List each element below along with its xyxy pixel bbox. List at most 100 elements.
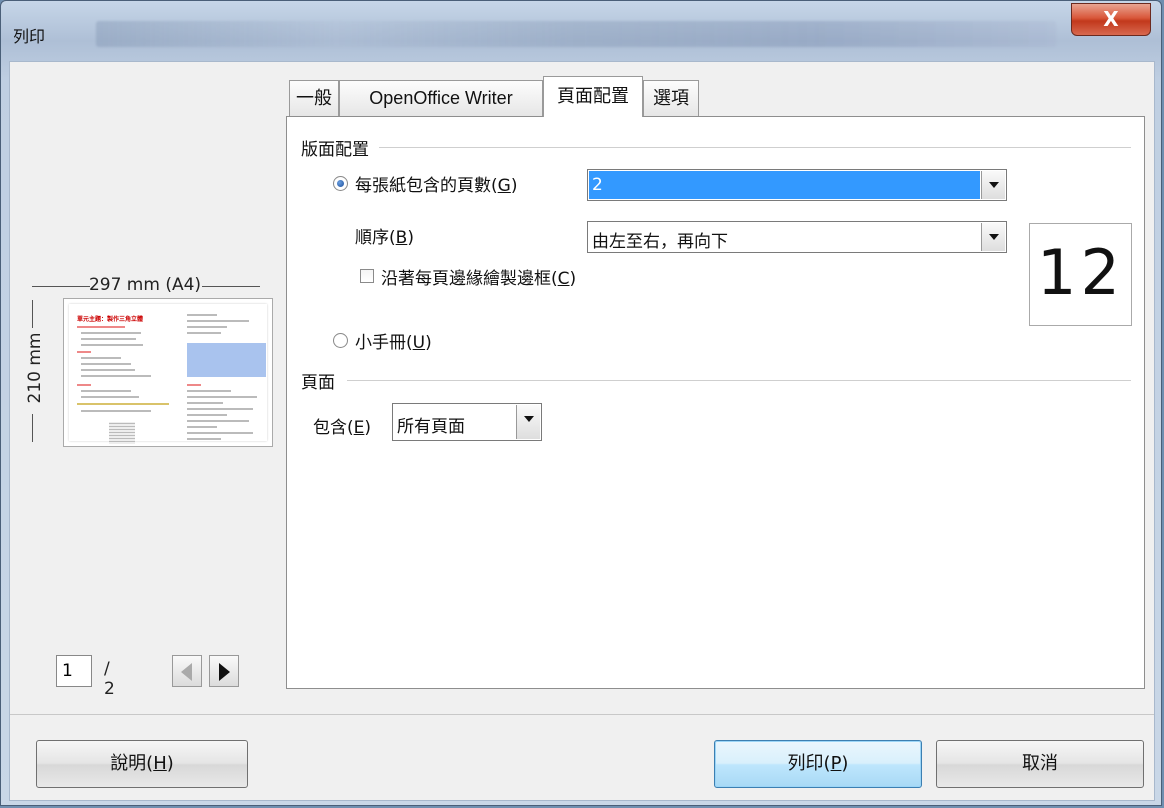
- thumbnail-line: [187, 320, 249, 322]
- thumbnail-line: [81, 363, 131, 365]
- thumbnail-line: [187, 402, 223, 404]
- thumbnail-line: [187, 326, 227, 328]
- tab-general[interactable]: 一般: [289, 80, 339, 116]
- title-bar[interactable]: 列印 X: [1, 1, 1161, 61]
- thumbnail-line: [81, 410, 151, 412]
- previous-page-button[interactable]: [172, 655, 202, 687]
- print-dialog: 列印 X 297 mm (A4) 210 mm 單元主題：製作三角立體 1 / …: [0, 0, 1162, 806]
- thumbnail-line: [81, 332, 141, 334]
- draw-border-label-text: 沿著每頁邊緣繪製邊框(: [381, 269, 558, 289]
- thumbnail-line: [77, 384, 91, 386]
- thumbnail-line: [81, 344, 143, 346]
- pages-per-sheet-label-end: ): [510, 176, 518, 196]
- brochure-mnemonic: U: [412, 333, 426, 353]
- brochure-label-end: ): [425, 333, 432, 353]
- draw-border-checkbox[interactable]: [360, 269, 374, 283]
- pages-per-sheet-mnemonic: G: [497, 176, 511, 196]
- page-preview-thumbnail: 單元主題：製作三角立體: [63, 298, 273, 447]
- button-bar-separator: [10, 714, 1154, 715]
- include-pages-value: 所有頁面: [397, 417, 465, 437]
- print-button[interactable]: 列印(P): [714, 740, 922, 788]
- tab-page-layout[interactable]: 頁面配置: [543, 76, 643, 117]
- thumbnail-line: [77, 403, 169, 405]
- brochure-label-text: 小手冊(: [355, 333, 413, 353]
- thumbnail-line: [187, 432, 253, 434]
- layout-section-divider: [379, 147, 1131, 148]
- layout-section-title: 版面配置: [301, 140, 369, 160]
- thumbnail-table: [109, 422, 135, 444]
- thumbnail-line: [187, 420, 249, 422]
- arrow-left-icon: [181, 663, 192, 681]
- arrow-right-icon: [219, 663, 230, 681]
- draw-border-label: 沿著每頁邊緣繪製邊框(C): [381, 264, 576, 289]
- brochure-radio[interactable]: [333, 333, 348, 348]
- chevron-down-icon[interactable]: [516, 405, 540, 439]
- chevron-down-icon[interactable]: [981, 223, 1005, 251]
- print-button-text: 列印(: [787, 753, 831, 774]
- pages-per-sheet-value: 2: [592, 175, 603, 195]
- paper-height-text: 210 mm: [25, 332, 45, 404]
- include-label-end: ): [364, 418, 372, 438]
- page-section-title: 頁面: [301, 373, 335, 393]
- pages-per-sheet-label: 每張紙包含的頁數(G): [355, 171, 517, 196]
- thumbnail-line: [187, 396, 257, 398]
- preview-panel: 297 mm (A4) 210 mm 單元主題：製作三角立體 1 / 2: [10, 62, 280, 712]
- draw-border-mnemonic: C: [557, 269, 570, 289]
- thumbnail-line: [81, 357, 121, 359]
- tab-options[interactable]: 選項: [643, 80, 699, 116]
- thumbnail-line: [81, 375, 151, 377]
- brochure-label: 小手冊(U): [355, 328, 432, 353]
- paper-height-label: 210 mm: [20, 298, 50, 443]
- order-label-end: ): [407, 228, 414, 248]
- order-label-text: 順序(: [355, 228, 396, 248]
- order-value: 由左至右，再向下: [592, 232, 728, 252]
- include-mnemonic: E: [353, 418, 365, 438]
- thumbnail-line: [187, 384, 201, 386]
- include-pages-select[interactable]: 所有頁面: [392, 403, 542, 441]
- help-mnemonic: H: [153, 753, 167, 774]
- width-line-right: [202, 286, 260, 287]
- tab-openoffice-writer[interactable]: OpenOffice Writer: [339, 80, 543, 116]
- thumbnail-line: [77, 326, 125, 328]
- pages-per-sheet-radio[interactable]: [333, 176, 348, 191]
- page-order-preview: 12: [1029, 223, 1132, 326]
- thumbnail-line: [187, 426, 217, 428]
- page-number-input[interactable]: 1: [56, 655, 92, 687]
- print-mnemonic: P: [830, 753, 842, 774]
- order-mnemonic: B: [395, 228, 408, 248]
- paper-width-text: 297 mm (A4): [88, 275, 202, 295]
- next-page-button[interactable]: [209, 655, 239, 687]
- pages-per-sheet-select[interactable]: 2: [587, 169, 1007, 201]
- page-section-divider: [347, 380, 1131, 381]
- help-button[interactable]: 說明(H): [36, 740, 248, 788]
- thumbnail-line: [187, 438, 221, 440]
- include-label-text: 包含(: [313, 418, 354, 438]
- page-total-label: / 2: [104, 659, 115, 699]
- paper-width-label: 297 mm (A4): [10, 275, 280, 295]
- thumbnail-highlight-block: [187, 343, 266, 377]
- background-toolbar-blur: [96, 21, 1056, 47]
- close-icon: X: [1103, 7, 1119, 31]
- thumbnail-line: [81, 338, 136, 340]
- thumbnail-line: [187, 314, 217, 316]
- page-layout-panel: 版面配置 每張紙包含的頁數(G) 2 順序(B) 由左至右，再向下 12 沿著每…: [286, 116, 1145, 689]
- help-button-text: 說明(: [110, 753, 154, 774]
- window-title: 列印: [13, 27, 46, 46]
- order-select[interactable]: 由左至右，再向下: [587, 221, 1007, 253]
- print-button-end: ): [841, 753, 849, 774]
- close-button[interactable]: X: [1071, 3, 1151, 36]
- pages-per-sheet-selection-highlight: [589, 171, 980, 199]
- cancel-button[interactable]: 取消: [936, 740, 1144, 788]
- thumbnail-line: [81, 390, 131, 392]
- thumbnail-line: [77, 351, 91, 353]
- pages-per-sheet-label-text: 每張紙包含的頁數(: [355, 176, 498, 196]
- chevron-down-icon[interactable]: [981, 171, 1005, 199]
- page-preview-content: 單元主題：製作三角立體: [69, 304, 267, 444]
- width-line-left: [32, 286, 90, 287]
- thumbnail-title: 單元主題：製作三角立體: [77, 316, 144, 323]
- height-line-bottom: [32, 414, 33, 442]
- thumbnail-line: [187, 332, 221, 334]
- thumbnail-line: [187, 414, 227, 416]
- thumbnail-line: [187, 408, 253, 410]
- dialog-client-area: 297 mm (A4) 210 mm 單元主題：製作三角立體 1 / 2 一般 …: [9, 61, 1155, 801]
